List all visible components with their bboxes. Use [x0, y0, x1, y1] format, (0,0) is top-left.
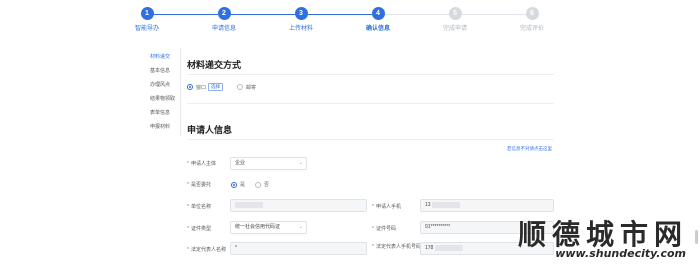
id-number-value: 91********** [425, 224, 451, 230]
required-mark: * [187, 247, 189, 253]
side-nav-item-delivery[interactable]: 材料递交 [144, 50, 182, 64]
chevron-down-icon: ⌄ [298, 160, 303, 166]
divider [187, 103, 554, 104]
id-type-select[interactable]: 统一社会信用代码证 ⌄ [230, 221, 307, 234]
legal-name-label: * 法定代表人名称 [187, 246, 226, 253]
phone-field[interactable]: 13 [420, 199, 554, 212]
step-upload-materials: 3 上传材料 [271, 7, 331, 32]
radio-proxy-yes-label: 是 [240, 182, 246, 188]
step-application-info: 2 申请信息 [194, 7, 254, 32]
radio-window-label: 窗口 [196, 84, 207, 91]
step-complete-application: 5 完成申请 [425, 7, 485, 32]
required-mark: * [372, 244, 374, 250]
radio-mail[interactable] [237, 84, 244, 90]
step-number: 3 [294, 7, 308, 20]
step-number: 4 [371, 7, 385, 20]
proxy-label: * 是否委托 [187, 181, 211, 188]
id-number-label: * 证件号码 [372, 225, 396, 232]
phone-label: * 申请人手机 [372, 203, 401, 210]
radio-window[interactable] [187, 84, 193, 90]
proxy-label-text: 是否委托 [190, 182, 211, 188]
legal-name-field[interactable]: * [230, 242, 367, 255]
legal-name-label-text: 法定代表人名称 [190, 247, 226, 253]
phone-value: 13 [425, 202, 431, 208]
step-label: 智能导办 [134, 26, 159, 32]
unit-name-field[interactable] [230, 199, 367, 212]
progress-stepper: 1 智能导办 2 申请信息 3 上传材料 4 确认信息 5 完成申请 6 完成评… [0, 0, 700, 38]
correction-link[interactable]: 若信息不对请点击这里 [507, 146, 552, 152]
step-label: 完成申请 [442, 26, 467, 32]
subject-label: * 申请人主体 [187, 160, 216, 167]
required-mark: * [187, 161, 189, 167]
legal-phone-label: * 法定代表人手机号码 [372, 243, 421, 250]
step-label: 完成评价 [519, 26, 544, 32]
legal-phone-value: 178 [425, 245, 434, 251]
window-select-button[interactable]: 选择 [208, 83, 224, 91]
watermark-url: www.shundecity.com [555, 247, 686, 260]
step-number: 5 [448, 7, 462, 20]
step-label: 上传材料 [288, 26, 313, 32]
step-confirm-info: 4 确认信息 [348, 7, 408, 32]
unit-name-label: * 单位名称 [187, 203, 211, 210]
redacted-value [235, 201, 263, 208]
unit-name-label-text: 单位名称 [190, 204, 211, 210]
required-mark: * [187, 226, 189, 232]
radio-proxy-no-label: 否 [264, 182, 270, 188]
side-nav-item-materials[interactable]: 申报材料 [144, 120, 182, 134]
id-number-label-text: 证件号码 [375, 226, 396, 232]
subject-select[interactable]: 企业 ⌄ [230, 157, 307, 170]
step-smart-guide: 1 智能导办 [117, 7, 177, 32]
scrollbar-handle[interactable] [695, 230, 698, 244]
phone-label-text: 申请人手机 [375, 204, 401, 210]
step-label: 申请信息 [211, 26, 236, 32]
redacted-value [434, 244, 463, 251]
radio-proxy-no[interactable] [255, 181, 262, 188]
step-label: 确认信息 [365, 26, 390, 32]
side-nav-item-form-info[interactable]: 表单信息 [144, 106, 182, 120]
side-nav-item-basic-info[interactable]: 基本信息 [144, 64, 182, 78]
legal-name-value: * [235, 245, 237, 251]
divider [187, 74, 554, 75]
required-mark: * [372, 204, 374, 210]
delivery-section-title: 材料递交方式 [187, 60, 242, 70]
subject-label-text: 申请人主体 [190, 161, 216, 167]
required-mark: * [187, 204, 189, 210]
applicant-section-title: 申请人信息 [187, 125, 233, 135]
id-type-label: * 证件类型 [187, 225, 211, 232]
id-type-value: 统一社会信用代码证 [235, 224, 281, 230]
step-complete-evaluation: 6 完成评价 [502, 7, 562, 32]
required-mark: * [187, 182, 189, 188]
step-number: 2 [217, 7, 231, 20]
id-type-label-text: 证件类型 [190, 226, 211, 232]
radio-proxy-yes[interactable] [231, 181, 237, 188]
redacted-value [431, 201, 460, 208]
subject-select-value: 企业 [235, 160, 246, 166]
delivery-method-group: 窗口 选择 邮寄 [187, 83, 256, 91]
proxy-radio-group: 是 否 [231, 181, 269, 188]
side-nav: 材料递交 基本信息 办理风点 结果物领取 表单信息 申报材料 [144, 50, 182, 134]
step-number: 1 [140, 7, 154, 20]
legal-phone-label-text: 法定代表人手机号码 [375, 244, 421, 250]
divider [187, 139, 554, 140]
side-nav-item-result-pickup[interactable]: 结果物领取 [144, 92, 182, 106]
step-number: 6 [525, 7, 539, 20]
required-mark: * [372, 226, 374, 232]
radio-mail-label: 邮寄 [246, 84, 257, 91]
side-nav-item-process-points[interactable]: 办理风点 [144, 78, 182, 92]
chevron-down-icon: ⌄ [298, 224, 303, 230]
